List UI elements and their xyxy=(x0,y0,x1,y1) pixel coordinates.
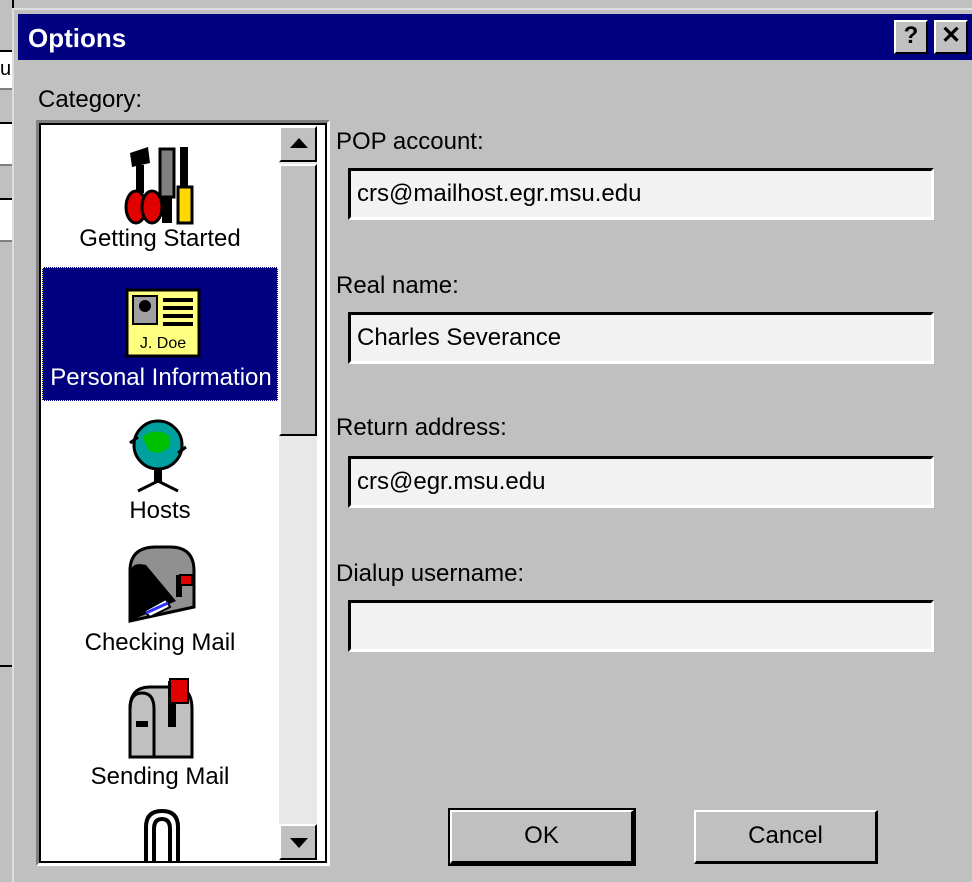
return-address-input[interactable] xyxy=(348,456,934,508)
real-name-label: Real name: xyxy=(336,272,459,299)
category-item-sending-mail[interactable]: Sending Mail xyxy=(42,671,278,801)
id-card-icon: J. Doe xyxy=(125,288,201,358)
category-item-label: Sending Mail xyxy=(90,763,230,790)
background-fragment-text: u xyxy=(0,58,12,80)
scroll-up-button[interactable] xyxy=(279,126,317,162)
close-button[interactable]: ✕ xyxy=(934,20,968,54)
dialog-title: Options xyxy=(28,23,127,53)
options-dialog: Options ? ✕ Category: Getting Started J.… xyxy=(12,8,972,882)
real-name-input[interactable] xyxy=(348,312,934,364)
background-field xyxy=(0,198,12,242)
category-item-label: Getting Started xyxy=(79,225,241,252)
category-item-label: Hosts xyxy=(129,497,191,524)
tools-icon xyxy=(124,147,194,225)
category-item-personal-information[interactable]: J. Doe Personal Information xyxy=(42,267,278,401)
return-address-label: Return address: xyxy=(336,414,507,441)
mailbox-flag-icon xyxy=(128,678,194,759)
arrow-down-icon xyxy=(290,838,308,848)
cancel-button[interactable]: Cancel xyxy=(694,810,878,864)
title-bar: Options ? ✕ xyxy=(18,14,972,60)
mailbox-icon xyxy=(128,545,196,623)
arrow-up-icon xyxy=(290,138,308,148)
category-list[interactable]: Getting Started J. Doe Personal Informat… xyxy=(36,120,330,866)
category-item-getting-started[interactable]: Getting Started xyxy=(42,125,278,265)
background-field xyxy=(0,122,12,166)
archway-icon xyxy=(144,808,180,863)
scroll-thumb[interactable] xyxy=(279,164,317,436)
category-item-hosts[interactable]: Hosts xyxy=(42,407,278,535)
category-item-label: Personal Information xyxy=(50,364,272,391)
dialup-username-label: Dialup username: xyxy=(336,560,525,587)
dialup-username-input[interactable] xyxy=(348,600,934,652)
globe-icon xyxy=(129,419,187,493)
pop-account-label: POP account: xyxy=(336,128,484,155)
category-item-checking-mail[interactable]: Checking Mail xyxy=(42,537,278,667)
pop-account-input[interactable] xyxy=(348,168,934,220)
scroll-down-button[interactable] xyxy=(279,824,317,860)
category-scrollbar[interactable] xyxy=(279,126,317,860)
category-item-label: Checking Mail xyxy=(84,629,236,656)
category-label: Category: xyxy=(38,86,143,113)
category-item-partial[interactable] xyxy=(42,807,278,863)
ok-button[interactable]: OK xyxy=(448,808,636,866)
id-card-text: J. Doe xyxy=(140,335,186,352)
help-button[interactable]: ? xyxy=(894,20,928,54)
